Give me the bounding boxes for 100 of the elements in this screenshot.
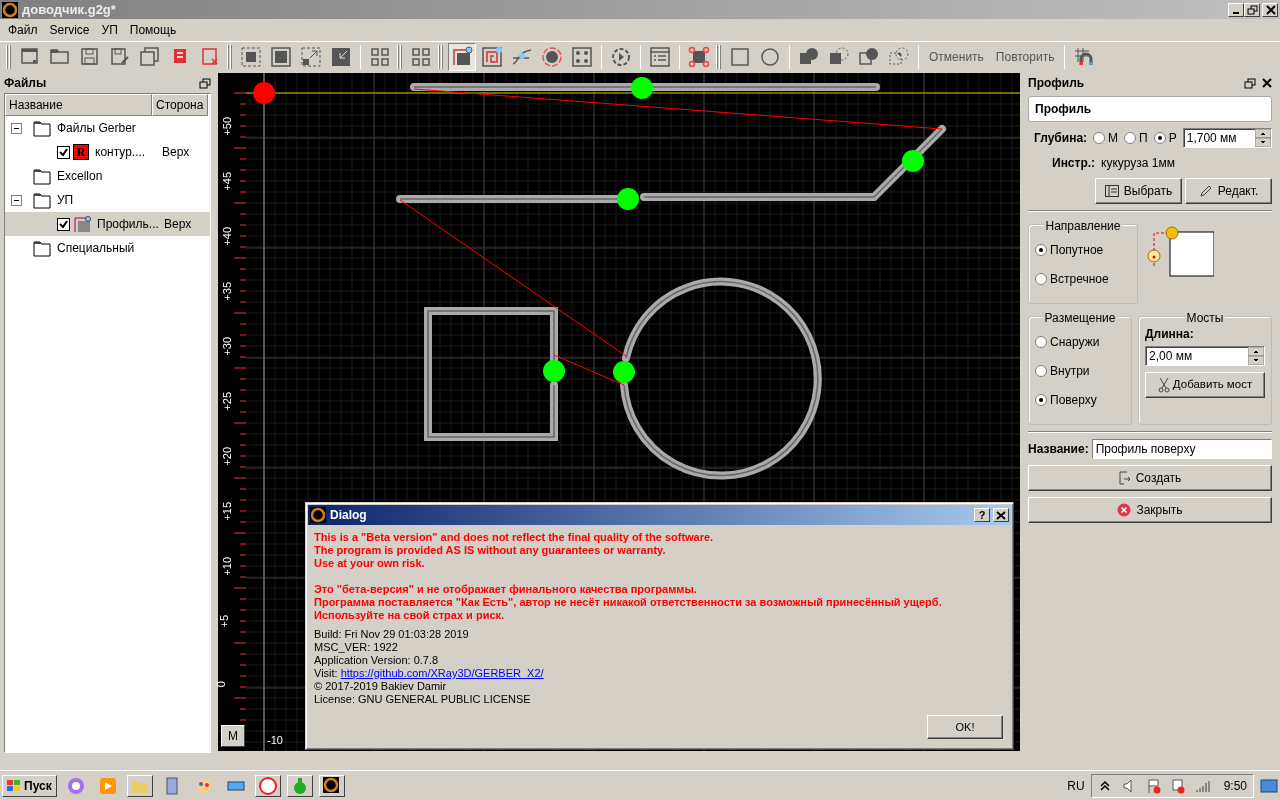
radio-option[interactable]: Р	[1153, 129, 1177, 147]
name-label: Название:	[1028, 441, 1089, 458]
warning-text: This is a "Beta version" and does not reflect the final quality of the software.	[314, 531, 715, 544]
radio-option[interactable]: Снаружи	[1035, 333, 1100, 351]
close-icon	[1263, 3, 1277, 16]
toolbar-grip[interactable]	[6, 44, 11, 69]
app-logo-taskbar-button[interactable]	[318, 774, 345, 797]
ruler-label: +40	[220, 226, 235, 246]
folder-taskbar-button[interactable]	[126, 774, 153, 797]
tree-row[interactable]: Профиль... Верх	[5, 212, 210, 236]
menu-item[interactable]: Service	[43, 21, 96, 39]
minimize-icon	[1232, 10, 1240, 15]
ok-button[interactable]: OK!	[927, 715, 1003, 739]
select-button[interactable]: Выбрать	[1095, 178, 1182, 204]
origin-marker	[253, 82, 275, 104]
spin-arrows-icon[interactable]	[1255, 129, 1271, 147]
length-label: Длинна:	[1145, 326, 1195, 343]
float-icon[interactable]	[1244, 77, 1256, 89]
column-header[interactable]: Название	[5, 94, 152, 116]
ruler-label: +5	[217, 615, 231, 628]
undo-button[interactable]: Отменить	[923, 47, 990, 66]
radio-option[interactable]: П	[1124, 129, 1148, 147]
list-icon	[1104, 185, 1119, 197]
tree-row[interactable]: Файлы Gerber	[5, 116, 210, 140]
redo-button[interactable]: Повторить	[989, 47, 1061, 66]
language-indicator[interactable]: RU	[1067, 776, 1085, 795]
collapse-icon[interactable]	[11, 194, 22, 206]
add-bridge-button[interactable]: Добавить мост	[1145, 372, 1265, 398]
close-button[interactable]	[1262, 2, 1278, 17]
ruler-label: +35	[220, 281, 235, 301]
tree-row[interactable]: УП	[5, 188, 210, 212]
paint-icon	[194, 776, 213, 795]
ruler-label: 0	[213, 681, 228, 688]
edit-button[interactable]: Редакт.	[1185, 178, 1272, 204]
toolbar-grip[interactable]	[716, 44, 721, 69]
collapse-icon[interactable]	[11, 122, 22, 134]
start-button[interactable]: Пуск	[2, 774, 57, 797]
side-label: Верх	[162, 144, 190, 161]
ruler-label: +10	[220, 556, 235, 576]
drill-tool-icon	[540, 44, 564, 69]
toolbar-grip[interactable]	[227, 44, 232, 69]
toolbar-grip[interactable]	[397, 44, 402, 69]
column-header[interactable]: Сторона	[152, 94, 208, 116]
network-app-taskbar-button[interactable]	[286, 774, 313, 797]
list-window-icon	[648, 44, 672, 69]
minimize-button[interactable]	[1228, 2, 1244, 17]
link[interactable]: https://github.com/XRay3D/GERBER_X2/	[340, 667, 544, 680]
folder-icon	[33, 239, 51, 257]
app-logo-icon	[322, 776, 341, 795]
flag-icon[interactable]	[1145, 777, 1162, 794]
radio-option[interactable]: Попутное	[1035, 241, 1104, 259]
spin-arrows-icon[interactable]	[1248, 347, 1264, 365]
name-field[interactable]: Профиль поверху	[1091, 439, 1272, 459]
mode-button[interactable]: M	[221, 725, 245, 747]
scissors-icon	[1157, 377, 1170, 393]
tree-row[interactable]: R контур.... Верх	[5, 140, 210, 164]
browser-taskbar-button[interactable]	[254, 774, 281, 797]
menu-item[interactable]: Помощь	[123, 21, 183, 39]
help-button[interactable]: ?	[974, 508, 990, 522]
pencil-icon	[1198, 184, 1213, 198]
bounding-box-icon	[687, 44, 711, 69]
network-icon[interactable]	[1169, 777, 1186, 794]
ruler-label: +15	[220, 501, 235, 521]
radio-option[interactable]: Встречное	[1035, 270, 1109, 288]
info-text: License: GNU GENERAL PUBLIC LICENSE	[314, 693, 532, 706]
close-panel-button[interactable]: Закрыть	[1028, 497, 1272, 523]
ruler-label: +50	[220, 116, 235, 136]
info-text: MSC_VER: 1922	[314, 641, 399, 654]
checkbox[interactable]	[57, 217, 70, 231]
profile-tool-button[interactable]	[448, 42, 476, 71]
profile-icon	[73, 215, 91, 233]
ruler-label: +30	[220, 336, 235, 356]
folder-icon	[33, 167, 51, 185]
float-icon[interactable]	[199, 77, 211, 89]
save-all-icon	[138, 44, 162, 69]
toolbar-grip[interactable]	[438, 44, 443, 69]
checkbox[interactable]	[57, 145, 70, 159]
app-logo-icon	[2, 1, 18, 18]
warning-text: The program is provided AS IS without any guarantees or warranty.	[314, 544, 667, 557]
length-field[interactable]: 2,00 мм	[1145, 346, 1265, 366]
close-icon[interactable]	[1262, 77, 1272, 88]
depth-field[interactable]: 1,700 мм	[1182, 128, 1272, 148]
tree-row[interactable]: Специальный	[5, 236, 210, 260]
menu-item[interactable]: УП	[95, 21, 124, 39]
folder-icon	[33, 191, 51, 209]
radio-option[interactable]: М	[1093, 129, 1119, 147]
radio-option[interactable]: Поверху	[1035, 391, 1097, 409]
clock[interactable]: 9:50	[1223, 776, 1247, 795]
menu-item[interactable]: Файл	[2, 21, 44, 39]
tool-value: кукуруза 1мм	[1101, 155, 1175, 172]
warning-text: Программа поставляется "Как Есть", автор не несёт никакой ответственности за возможный принесённый ущерб.	[314, 596, 943, 609]
close-button[interactable]	[993, 508, 1009, 522]
info-text: Visit:	[314, 667, 338, 680]
restore-button[interactable]	[1244, 2, 1260, 17]
show-desktop-icon[interactable]	[1260, 777, 1278, 794]
folder-icon	[33, 119, 51, 137]
create-button[interactable]: Создать	[1028, 465, 1272, 491]
radio-option[interactable]: Внутри	[1035, 362, 1090, 380]
dialog-title: Dialog	[330, 507, 367, 524]
tree-row[interactable]: Excellon	[5, 164, 210, 188]
